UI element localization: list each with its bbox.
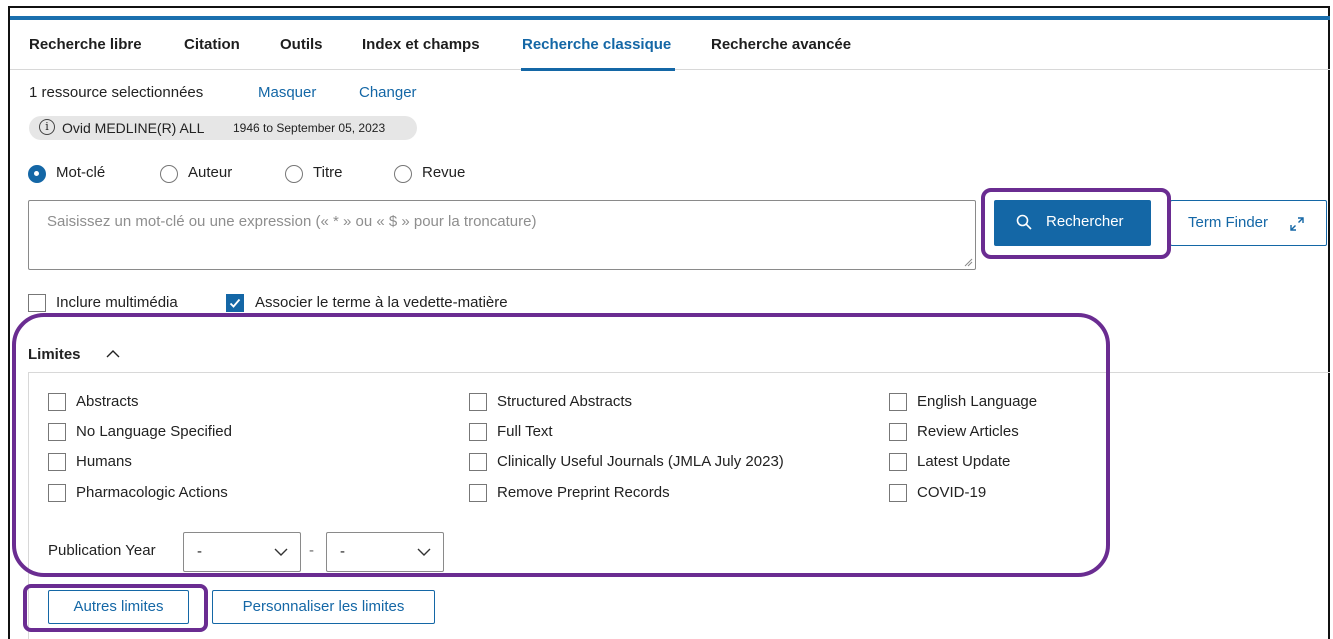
tab-recherche-avancee[interactable]: Recherche avancée (711, 36, 851, 53)
search-button[interactable]: Rechercher (994, 200, 1151, 246)
radio-titre-label: Titre (313, 164, 343, 181)
search-tabs: Recherche libre Citation Outils Index et… (10, 20, 1330, 71)
limit-humans-label: Humans (76, 453, 132, 470)
map-term-checkbox[interactable] (226, 294, 244, 312)
chevron-down-icon (417, 548, 431, 556)
limit-structured-abstracts-checkbox[interactable] (469, 393, 487, 411)
limit-abstracts-checkbox[interactable] (48, 393, 66, 411)
limit-humans-checkbox[interactable] (48, 453, 66, 471)
limit-pharmacologic-checkbox[interactable] (48, 484, 66, 502)
chevron-up-icon[interactable] (106, 349, 120, 359)
tab-recherche-classique[interactable]: Recherche classique (522, 36, 671, 53)
map-term-label: Associer le terme à la vedette-matière (255, 294, 508, 311)
term-finder-button[interactable]: Term Finder (1170, 200, 1327, 246)
search-button-label: Rechercher (1046, 213, 1124, 230)
limit-latest-update-label: Latest Update (917, 453, 1011, 470)
limit-clinically-useful-checkbox[interactable] (469, 453, 487, 471)
publication-year-separator: - (309, 542, 314, 559)
limit-remove-preprint-checkbox[interactable] (469, 484, 487, 502)
radio-titre[interactable] (285, 165, 303, 183)
limit-no-language-label: No Language Specified (76, 423, 232, 440)
limit-clinically-useful-label: Clinically Useful Journals (JMLA July 20… (497, 453, 784, 470)
hide-resources-link[interactable]: Masquer (258, 84, 316, 101)
limit-covid19-checkbox[interactable] (889, 484, 907, 502)
publication-year-to-select[interactable]: - (326, 532, 444, 572)
limit-no-language-checkbox[interactable] (48, 423, 66, 441)
publication-year-from-value: - (197, 543, 202, 560)
info-icon[interactable]: i (39, 119, 55, 135)
more-limits-button[interactable]: Autres limites (48, 590, 189, 624)
customize-limits-button[interactable]: Personnaliser les limites (212, 590, 435, 624)
limits-heading[interactable]: Limites (28, 346, 81, 363)
limit-english-checkbox[interactable] (889, 393, 907, 411)
search-icon (1016, 214, 1032, 230)
radio-auteur[interactable] (160, 165, 178, 183)
tab-recherche-libre[interactable]: Recherche libre (29, 36, 142, 53)
limit-abstracts-label: Abstracts (76, 393, 139, 410)
checkmark-icon (229, 298, 241, 308)
tab-index-et-champs[interactable]: Index et champs (362, 36, 480, 53)
selected-resources-text: 1 ressource selectionnées (29, 84, 204, 101)
limit-full-text-label: Full Text (497, 423, 553, 440)
change-resources-link[interactable]: Changer (359, 84, 417, 101)
limit-pharmacologic-label: Pharmacologic Actions (76, 484, 228, 501)
publication-year-to-value: - (340, 543, 345, 560)
chevron-down-icon (274, 548, 288, 556)
radio-revue[interactable] (394, 165, 412, 183)
search-input[interactable] (47, 213, 947, 230)
publication-year-label: Publication Year (48, 542, 156, 559)
limit-structured-abstracts-label: Structured Abstracts (497, 393, 633, 410)
include-multimedia-label: Inclure multimédia (56, 294, 178, 311)
search-textarea-box[interactable] (28, 200, 976, 270)
database-range: 1946 to September 05, 2023 (233, 121, 386, 135)
database-name: Ovid MEDLINE(R) ALL (62, 120, 205, 136)
limit-covid19-label: COVID-19 (917, 484, 987, 501)
limit-english-label: English Language (917, 393, 1038, 410)
radio-revue-label: Revue (422, 164, 466, 181)
active-tab-indicator (521, 68, 675, 71)
limit-remove-preprint-label: Remove Preprint Records (497, 484, 670, 501)
limit-review-articles-checkbox[interactable] (889, 423, 907, 441)
limit-review-articles-label: Review Articles (917, 423, 1019, 440)
resource-badge: i Ovid MEDLINE(R) ALL 1946 to September … (29, 116, 417, 140)
limit-full-text-checkbox[interactable] (469, 423, 487, 441)
radio-mot-cle-label: Mot-clé (56, 164, 106, 181)
resize-grip-icon[interactable] (963, 257, 973, 267)
include-multimedia-checkbox[interactable] (28, 294, 46, 312)
publication-year-from-select[interactable]: - (183, 532, 301, 572)
expand-icon (1290, 217, 1304, 231)
tab-citation[interactable]: Citation (184, 36, 240, 53)
radio-mot-cle[interactable] (28, 165, 46, 183)
term-finder-label: Term Finder (1188, 214, 1269, 231)
limit-latest-update-checkbox[interactable] (889, 453, 907, 471)
radio-auteur-label: Auteur (188, 164, 233, 181)
tab-outils[interactable]: Outils (280, 36, 323, 53)
